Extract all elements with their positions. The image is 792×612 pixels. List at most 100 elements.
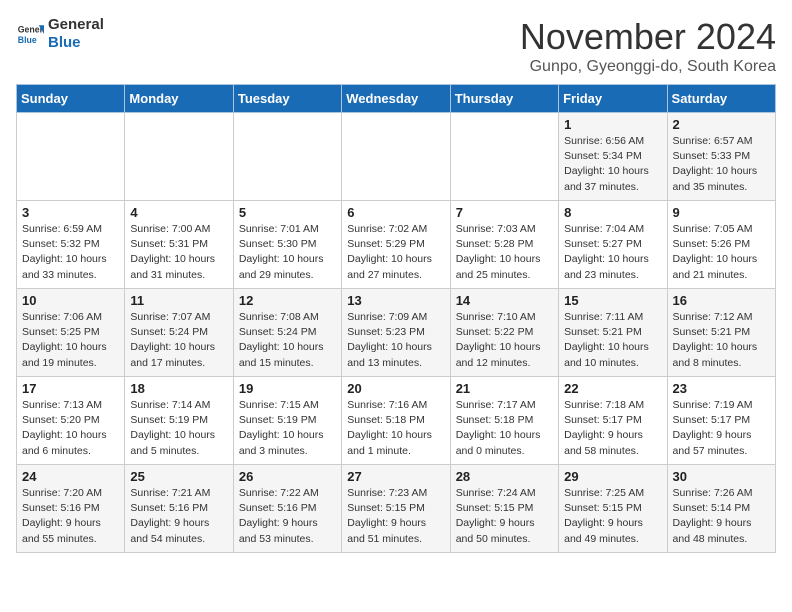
calendar-cell: 13 Sunrise: 7:09 AM Sunset: 5:23 PM Dayli…	[342, 289, 450, 377]
calendar-cell: 20 Sunrise: 7:16 AM Sunset: 5:18 PM Dayli…	[342, 377, 450, 465]
day-info: Sunrise: 7:24 AM Sunset: 5:15 PM Dayligh…	[456, 486, 553, 547]
day-number: 18	[130, 381, 227, 396]
calendar-cell: 24 Sunrise: 7:20 AM Sunset: 5:16 PM Dayli…	[17, 465, 125, 553]
calendar-cell: 30 Sunrise: 7:26 AM Sunset: 5:14 PM Dayli…	[667, 465, 775, 553]
month-title: November 2024	[520, 16, 776, 58]
day-info: Sunrise: 7:22 AM Sunset: 5:16 PM Dayligh…	[239, 486, 336, 547]
day-info: Sunrise: 7:02 AM Sunset: 5:29 PM Dayligh…	[347, 222, 444, 283]
weekday-header-sunday: Sunday	[17, 85, 125, 113]
day-number: 21	[456, 381, 553, 396]
calendar-cell	[342, 113, 450, 201]
calendar-cell: 21 Sunrise: 7:17 AM Sunset: 5:18 PM Dayli…	[450, 377, 558, 465]
day-info: Sunrise: 7:21 AM Sunset: 5:16 PM Dayligh…	[130, 486, 227, 547]
logo: General Blue General Blue	[16, 16, 104, 52]
calendar-cell: 25Sunrise: 7:21 AM Sunset: 5:16 PM Dayli…	[125, 465, 233, 553]
day-number: 17	[22, 381, 119, 396]
day-number: 16	[673, 293, 770, 308]
calendar-cell: 18 Sunrise: 7:14 AM Sunset: 5:19 PM Dayli…	[125, 377, 233, 465]
day-info: Sunrise: 6:59 AM Sunset: 5:32 PM Dayligh…	[22, 222, 119, 283]
day-info: Sunrise: 7:01 AM Sunset: 5:30 PM Dayligh…	[239, 222, 336, 283]
weekday-header-thursday: Thursday	[450, 85, 558, 113]
day-number: 7	[456, 205, 553, 220]
day-number: 14	[456, 293, 553, 308]
day-number: 13	[347, 293, 444, 308]
page-header: General Blue General Blue November 2024 …	[16, 16, 776, 76]
day-info: Sunrise: 7:17 AM Sunset: 5:18 PM Dayligh…	[456, 398, 553, 459]
day-number: 24	[22, 469, 119, 484]
logo-general: General	[48, 16, 104, 33]
day-info: Sunrise: 7:08 AM Sunset: 5:24 PM Dayligh…	[239, 310, 336, 371]
day-number: 12	[239, 293, 336, 308]
day-info: Sunrise: 6:57 AM Sunset: 5:33 PM Dayligh…	[673, 134, 770, 195]
calendar-cell: 14 Sunrise: 7:10 AM Sunset: 5:22 PM Dayli…	[450, 289, 558, 377]
day-number: 19	[239, 381, 336, 396]
day-number: 6	[347, 205, 444, 220]
calendar-cell	[17, 113, 125, 201]
calendar-cell: 19 Sunrise: 7:15 AM Sunset: 5:19 PM Dayli…	[233, 377, 341, 465]
calendar-week-row: 3 Sunrise: 6:59 AM Sunset: 5:32 PM Daylig…	[17, 201, 776, 289]
calendar-cell: 16 Sunrise: 7:12 AM Sunset: 5:21 PM Dayli…	[667, 289, 775, 377]
day-number: 10	[22, 293, 119, 308]
location-title: Gunpo, Gyeonggi-do, South Korea	[520, 58, 776, 76]
day-info: Sunrise: 7:19 AM Sunset: 5:17 PM Dayligh…	[673, 398, 770, 459]
title-block: November 2024 Gunpo, Gyeonggi-do, South …	[520, 16, 776, 76]
day-info: Sunrise: 7:13 AM Sunset: 5:20 PM Dayligh…	[22, 398, 119, 459]
day-number: 15	[564, 293, 661, 308]
day-info: Sunrise: 7:09 AM Sunset: 5:23 PM Dayligh…	[347, 310, 444, 371]
calendar-cell: 2 Sunrise: 6:57 AM Sunset: 5:33 PM Daylig…	[667, 113, 775, 201]
day-info: Sunrise: 7:03 AM Sunset: 5:28 PM Dayligh…	[456, 222, 553, 283]
weekday-header-monday: Monday	[125, 85, 233, 113]
day-info: Sunrise: 7:04 AM Sunset: 5:27 PM Dayligh…	[564, 222, 661, 283]
calendar-cell: 8 Sunrise: 7:04 AM Sunset: 5:27 PM Daylig…	[559, 201, 667, 289]
day-number: 3	[22, 205, 119, 220]
day-number: 27	[347, 469, 444, 484]
calendar-cell: 15 Sunrise: 7:11 AM Sunset: 5:21 PM Dayli…	[559, 289, 667, 377]
day-number: 29	[564, 469, 661, 484]
calendar-cell: 1 Sunrise: 6:56 AM Sunset: 5:34 PM Daylig…	[559, 113, 667, 201]
calendar-cell	[450, 113, 558, 201]
day-number: 2	[673, 117, 770, 132]
day-info: Sunrise: 7:23 AM Sunset: 5:15 PM Dayligh…	[347, 486, 444, 547]
weekday-header-wednesday: Wednesday	[342, 85, 450, 113]
day-number: 26	[239, 469, 336, 484]
svg-text:Blue: Blue	[18, 35, 37, 45]
weekday-header-row: SundayMondayTuesdayWednesdayThursdayFrid…	[17, 85, 776, 113]
day-info: Sunrise: 6:56 AM Sunset: 5:34 PM Dayligh…	[564, 134, 661, 195]
day-info: Sunrise: 7:15 AM Sunset: 5:19 PM Dayligh…	[239, 398, 336, 459]
weekday-header-saturday: Saturday	[667, 85, 775, 113]
calendar-cell: 23 Sunrise: 7:19 AM Sunset: 5:17 PM Dayli…	[667, 377, 775, 465]
calendar-cell: 17 Sunrise: 7:13 AM Sunset: 5:20 PM Dayli…	[17, 377, 125, 465]
day-number: 30	[673, 469, 770, 484]
calendar-week-row: 17 Sunrise: 7:13 AM Sunset: 5:20 PM Dayli…	[17, 377, 776, 465]
day-number: 4	[130, 205, 227, 220]
calendar-table: SundayMondayTuesdayWednesdayThursdayFrid…	[16, 84, 776, 553]
day-number: 23	[673, 381, 770, 396]
day-number: 11	[130, 293, 227, 308]
day-number: 8	[564, 205, 661, 220]
calendar-week-row: 24 Sunrise: 7:20 AM Sunset: 5:16 PM Dayli…	[17, 465, 776, 553]
calendar-cell: 22Sunrise: 7:18 AM Sunset: 5:17 PM Dayli…	[559, 377, 667, 465]
day-info: Sunrise: 7:06 AM Sunset: 5:25 PM Dayligh…	[22, 310, 119, 371]
day-info: Sunrise: 7:10 AM Sunset: 5:22 PM Dayligh…	[456, 310, 553, 371]
day-number: 20	[347, 381, 444, 396]
calendar-cell: 7 Sunrise: 7:03 AM Sunset: 5:28 PM Daylig…	[450, 201, 558, 289]
calendar-cell: 3 Sunrise: 6:59 AM Sunset: 5:32 PM Daylig…	[17, 201, 125, 289]
day-info: Sunrise: 7:00 AM Sunset: 5:31 PM Dayligh…	[130, 222, 227, 283]
calendar-week-row: 10 Sunrise: 7:06 AM Sunset: 5:25 PM Dayli…	[17, 289, 776, 377]
calendar-cell: 12 Sunrise: 7:08 AM Sunset: 5:24 PM Dayli…	[233, 289, 341, 377]
day-info: Sunrise: 7:26 AM Sunset: 5:14 PM Dayligh…	[673, 486, 770, 547]
day-info: Sunrise: 7:11 AM Sunset: 5:21 PM Dayligh…	[564, 310, 661, 371]
calendar-cell: 10 Sunrise: 7:06 AM Sunset: 5:25 PM Dayli…	[17, 289, 125, 377]
day-info: Sunrise: 7:20 AM Sunset: 5:16 PM Dayligh…	[22, 486, 119, 547]
logo-icon: General Blue	[16, 20, 44, 48]
day-info: Sunrise: 7:14 AM Sunset: 5:19 PM Dayligh…	[130, 398, 227, 459]
day-number: 1	[564, 117, 661, 132]
weekday-header-friday: Friday	[559, 85, 667, 113]
day-info: Sunrise: 7:25 AM Sunset: 5:15 PM Dayligh…	[564, 486, 661, 547]
day-info: Sunrise: 7:12 AM Sunset: 5:21 PM Dayligh…	[673, 310, 770, 371]
day-info: Sunrise: 7:16 AM Sunset: 5:18 PM Dayligh…	[347, 398, 444, 459]
day-info: Sunrise: 7:18 AM Sunset: 5:17 PM Dayligh…	[564, 398, 661, 459]
calendar-cell: 27 Sunrise: 7:23 AM Sunset: 5:15 PM Dayli…	[342, 465, 450, 553]
calendar-cell: 6 Sunrise: 7:02 AM Sunset: 5:29 PM Daylig…	[342, 201, 450, 289]
calendar-cell: 26 Sunrise: 7:22 AM Sunset: 5:16 PM Dayli…	[233, 465, 341, 553]
